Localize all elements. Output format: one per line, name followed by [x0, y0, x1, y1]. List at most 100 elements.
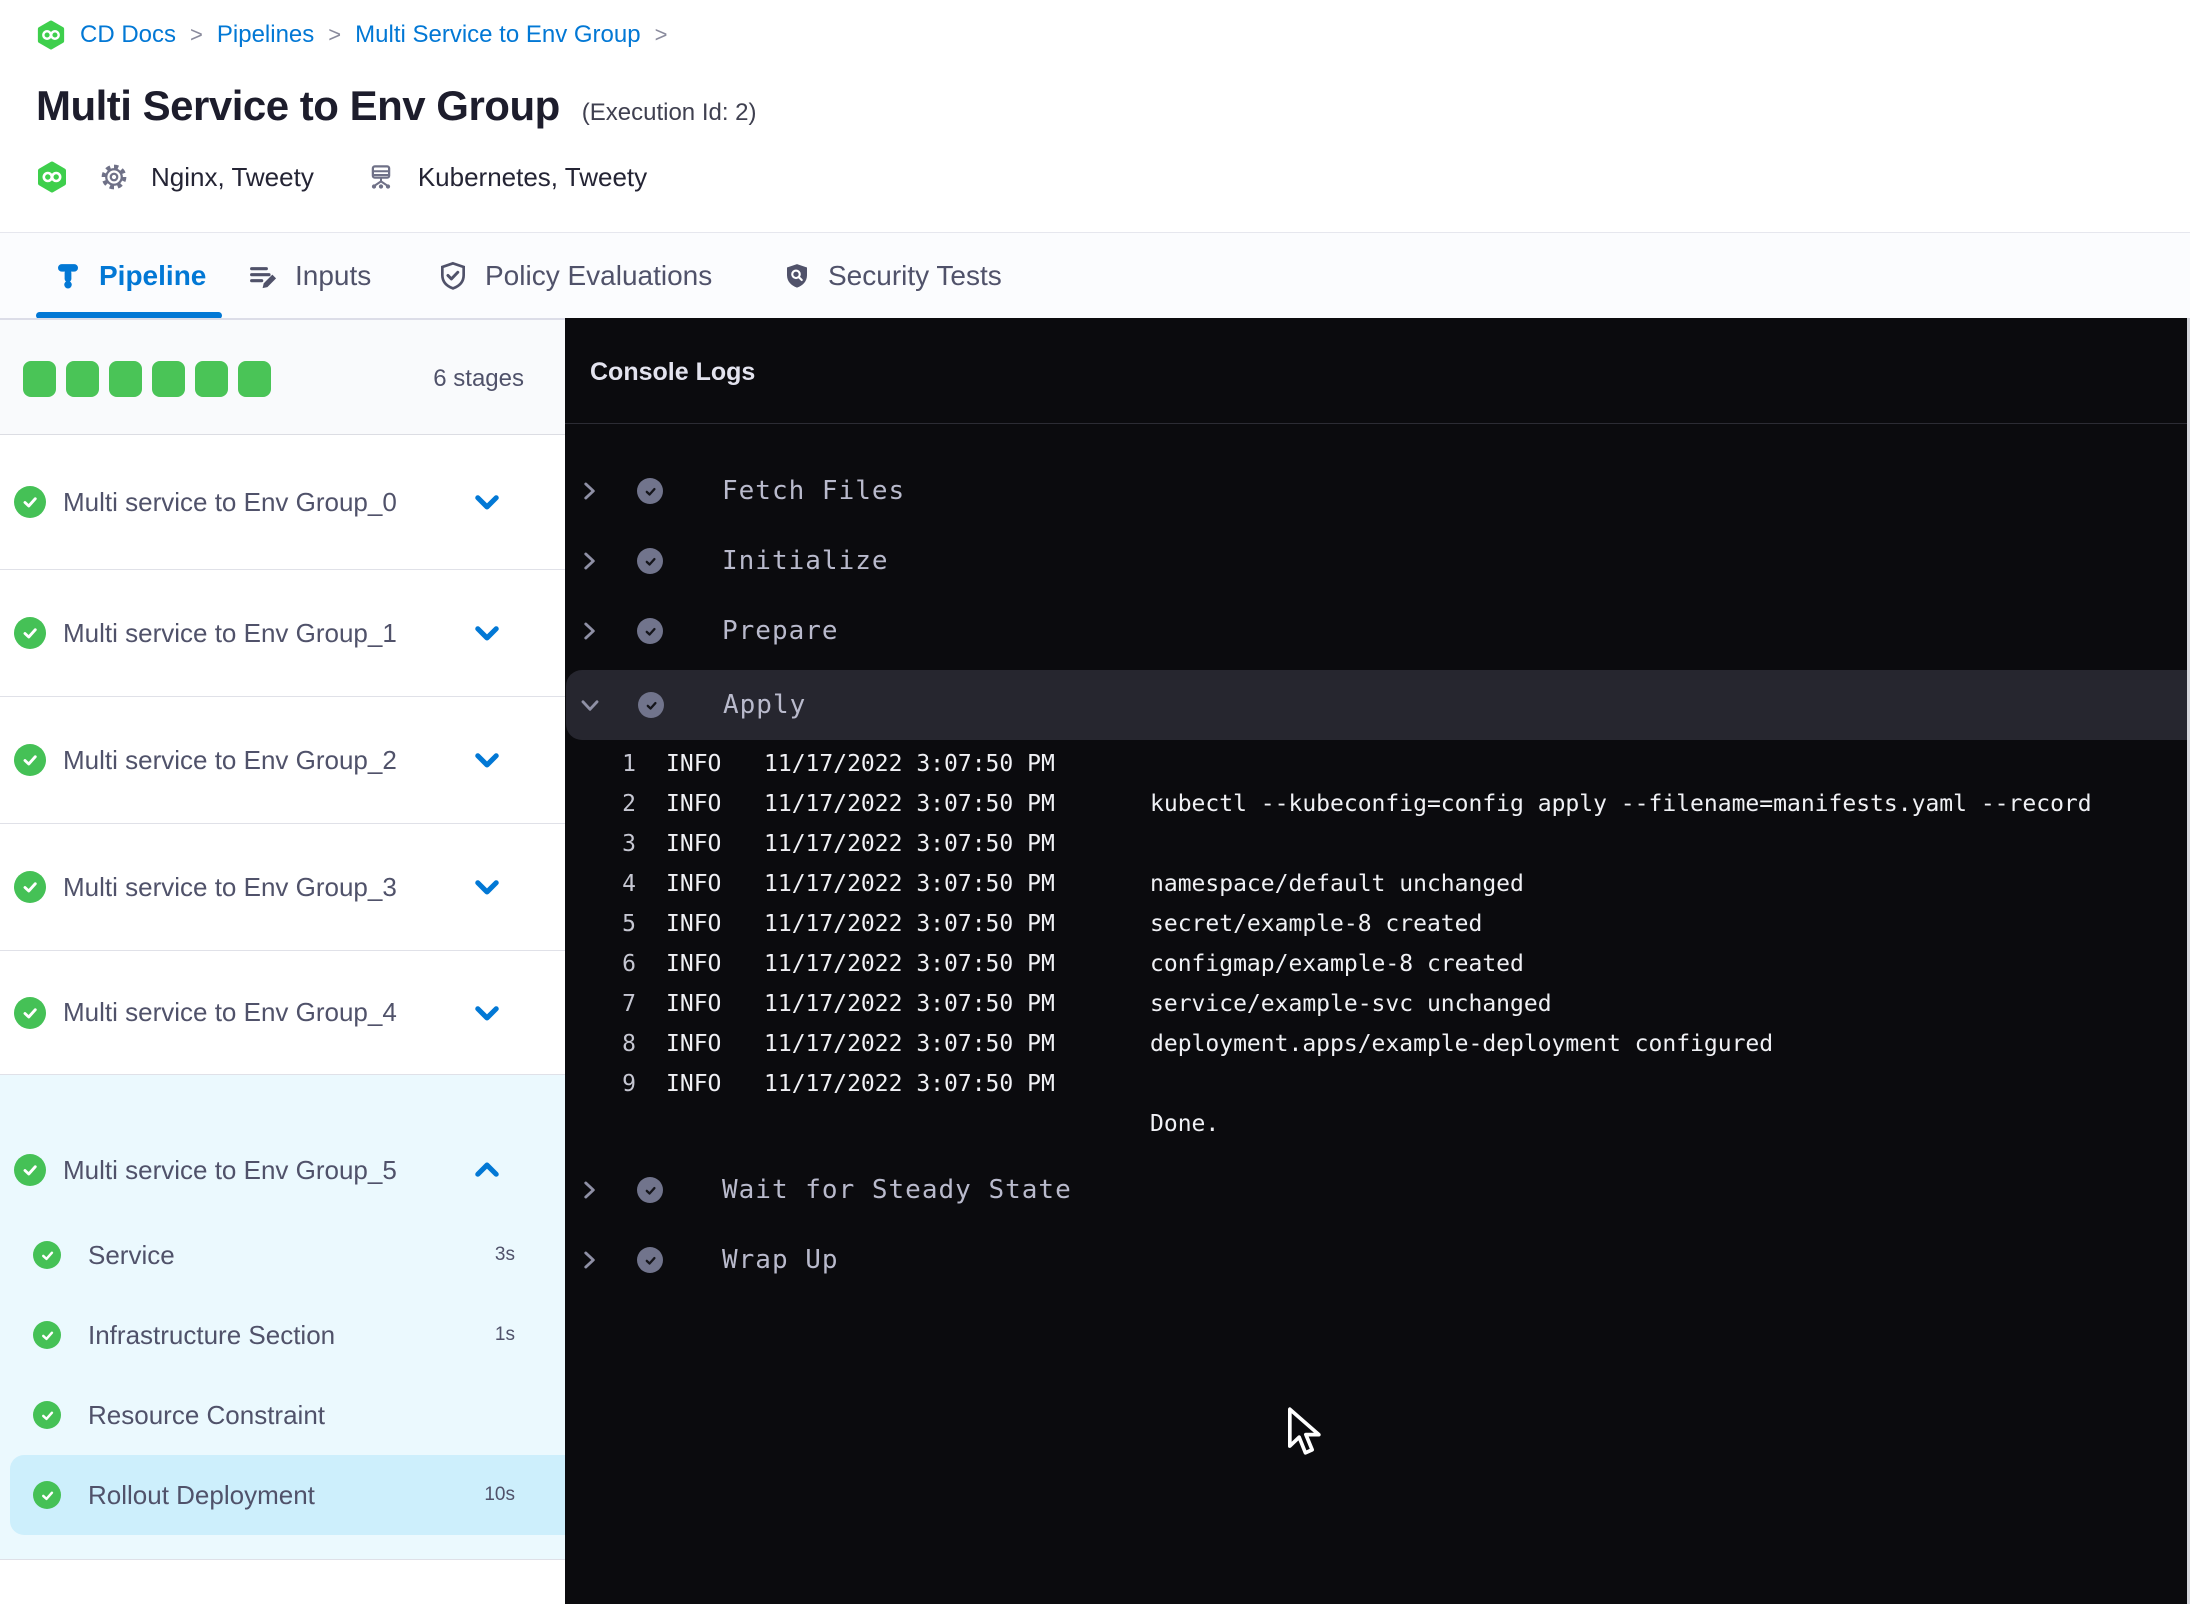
log-line-number: 5	[622, 911, 636, 937]
log-level: INFO	[666, 751, 722, 777]
log-line-number: 9	[622, 1071, 636, 1097]
stage-row[interactable]: Multi service to Env Group_3	[0, 824, 565, 951]
success-check-icon	[14, 871, 46, 903]
log-timestamp: 11/17/2022 3:07:50 PM	[764, 751, 1055, 777]
step-row-resource-constraint[interactable]: Resource Constraint	[0, 1382, 565, 1448]
tab-inputs[interactable]: Inputs	[247, 233, 371, 319]
log-message: configmap/example-8 created	[1150, 951, 1524, 977]
breadcrumb-link-pipeline-name[interactable]: Multi Service to Env Group	[355, 21, 640, 49]
stage-status-square	[238, 361, 271, 397]
stage-row[interactable]: Multi service to Env Group_0	[0, 435, 565, 570]
success-check-icon	[33, 1321, 61, 1349]
console-logs-panel: Console Logs Fetch Files Initialize Prep…	[565, 318, 2190, 1604]
step-success-check-icon	[637, 478, 663, 504]
tab-policy-evaluations[interactable]: Policy Evaluations	[437, 233, 712, 319]
log-message: Done.	[1150, 1111, 1220, 1137]
step-row-service[interactable]: Service 3s	[0, 1222, 565, 1288]
step-duration: 3s	[494, 1244, 515, 1265]
page-title: Multi Service to Env Group	[36, 82, 560, 129]
log-message: secret/example-8 created	[1150, 911, 1483, 937]
console-logs-title: Console Logs	[590, 358, 756, 386]
breadcrumb-link-cd-docs[interactable]: CD Docs	[80, 21, 176, 49]
log-line-number: 7	[622, 991, 636, 1017]
step-success-check-icon	[637, 548, 663, 574]
console-step-fetch-files[interactable]: Fetch Files	[565, 456, 2190, 526]
console-step-apply-expanded[interactable]: Apply	[566, 670, 2190, 740]
chevron-down-icon[interactable]	[577, 692, 603, 718]
tab-security-tests-label: Security Tests	[828, 260, 1002, 291]
chevron-right-icon[interactable]	[576, 548, 602, 574]
log-level: INFO	[666, 791, 722, 817]
success-check-icon	[14, 1154, 46, 1186]
chevron-right-icon[interactable]	[576, 1247, 602, 1273]
stage-row[interactable]: Multi service to Env Group_1	[0, 570, 565, 697]
success-check-icon	[14, 744, 46, 776]
log-timestamp: 11/17/2022 3:07:50 PM	[764, 951, 1055, 977]
log-level: INFO	[666, 1071, 722, 1097]
harness-logo-icon	[36, 19, 66, 51]
log-line: 6 INFO 11/17/2022 3:07:50 PM configmap/exam…	[565, 944, 2190, 984]
chevron-down-icon[interactable]	[470, 870, 504, 904]
chevron-right-icon[interactable]	[576, 1177, 602, 1203]
stage-row[interactable]: Multi service to Env Group_4	[0, 951, 565, 1075]
log-message: namespace/default unchanged	[1150, 871, 1524, 897]
stage-row[interactable]: Multi service to Env Group_2	[0, 697, 565, 824]
stage-status-square	[152, 361, 185, 397]
step-duration: 1s	[494, 1324, 515, 1345]
security-shield-icon	[782, 261, 812, 291]
log-message: kubectl --kubeconfig=config apply --file…	[1150, 791, 2092, 817]
chevron-right-icon[interactable]	[576, 618, 602, 644]
step-success-check-icon	[637, 1247, 663, 1273]
log-level: INFO	[666, 951, 722, 977]
console-step-initialize[interactable]: Initialize	[565, 526, 2190, 596]
environments-label[interactable]: Kubernetes, Tweety	[418, 162, 647, 193]
step-row-infrastructure[interactable]: Infrastructure Section 1s	[0, 1302, 565, 1368]
console-step-label: Fetch Files	[722, 476, 906, 506]
console-step-label: Prepare	[722, 616, 839, 646]
execution-id-label: (Execution Id: 2)	[581, 99, 757, 126]
log-timestamp: 11/17/2022 3:07:50 PM	[764, 791, 1055, 817]
log-message: service/example-svc unchanged	[1150, 991, 1552, 1017]
console-step-prepare[interactable]: Prepare	[565, 596, 2190, 666]
tab-security-tests[interactable]: Security Tests	[782, 233, 1002, 319]
services-label[interactable]: Nginx, Tweety	[151, 162, 314, 193]
chevron-up-icon[interactable]	[470, 1153, 504, 1187]
divider	[565, 423, 2190, 424]
chevron-down-icon[interactable]	[470, 485, 504, 519]
log-line: 1 INFO 11/17/2022 3:07:50 PM	[565, 744, 2190, 784]
log-level: INFO	[666, 991, 722, 1017]
log-level: INFO	[666, 831, 722, 857]
log-line: 9 INFO 11/17/2022 3:07:50 PM	[565, 1064, 2190, 1104]
chevron-down-icon[interactable]	[470, 743, 504, 777]
log-message: deployment.apps/example-deployment confi…	[1150, 1031, 1774, 1057]
log-line-number: 2	[622, 791, 636, 817]
breadcrumb-separator: >	[328, 22, 342, 47]
log-timestamp: 11/17/2022 3:07:50 PM	[764, 831, 1055, 857]
console-step-wait-steady-state[interactable]: Wait for Steady State	[565, 1155, 2190, 1225]
tab-pipeline[interactable]: Pipeline	[53, 233, 206, 319]
stages-count-label: 6 stages	[433, 364, 524, 392]
stage-status-square	[109, 361, 142, 397]
success-check-icon	[33, 1401, 61, 1429]
chevron-down-icon[interactable]	[470, 616, 504, 650]
chevron-down-icon[interactable]	[470, 996, 504, 1030]
tab-pipeline-label: Pipeline	[99, 260, 207, 291]
stage-label: Multi service to Env Group_5	[63, 1154, 397, 1185]
step-row-rollout-deployment[interactable]: Rollout Deployment 10s	[0, 1462, 565, 1528]
stage-row-expanded[interactable]: Multi service to Env Group_5	[0, 1135, 565, 1205]
breadcrumb-link-pipelines[interactable]: Pipelines	[217, 21, 314, 49]
execution-meta-row: Nginx, Tweety Kubernetes, Tweety	[36, 158, 647, 196]
breadcrumb: CD Docs > Pipelines > Multi Service to E…	[36, 18, 667, 52]
chevron-right-icon[interactable]	[576, 478, 602, 504]
log-line: 5 INFO 11/17/2022 3:07:50 PM secret/example…	[565, 904, 2190, 944]
console-step-wrap-up[interactable]: Wrap Up	[565, 1225, 2190, 1295]
log-line: 3 INFO 11/17/2022 3:07:50 PM	[565, 824, 2190, 864]
success-check-icon	[14, 617, 46, 649]
stage-label: Multi service to Env Group_1	[63, 617, 397, 648]
log-line-number: 3	[622, 831, 636, 857]
console-log-lines: 1 INFO 11/17/2022 3:07:50 PM 2 INFO 11/17/20…	[565, 744, 2190, 1144]
success-check-icon	[33, 1481, 61, 1509]
log-level: INFO	[666, 911, 722, 937]
console-step-label: Initialize	[722, 546, 889, 576]
log-line-number: 4	[622, 871, 636, 897]
